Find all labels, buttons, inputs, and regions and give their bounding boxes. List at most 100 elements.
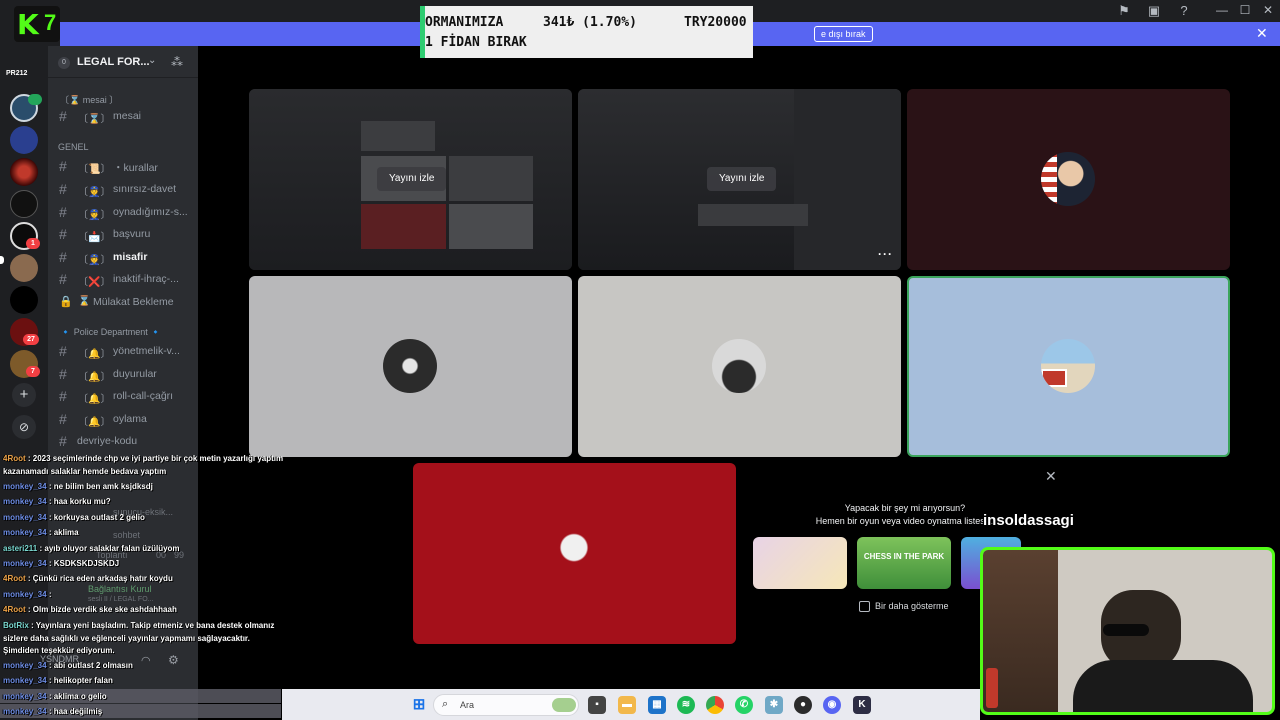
inbox-icon[interactable]: ⚑: [1116, 3, 1132, 19]
screen: ⚑ ▣ ? — ☐ ✕ e dışı bırak ✕ K 7 PR212 1 2…: [0, 0, 1280, 720]
kick-app-icon[interactable]: K: [853, 696, 871, 714]
server-icon-7[interactable]: [10, 286, 38, 314]
add-server-icon[interactable]: +: [12, 383, 36, 407]
donation-ticker: ORMANIMIZA 341₺ (1.70%) TRY20000 1 FİDAN…: [420, 6, 753, 58]
channel-item-yonetmelik[interactable]: # 〔🔔〕 yönetmelik-v...: [56, 341, 192, 361]
chrome-icon[interactable]: [706, 696, 724, 714]
dont-show-again-checkbox[interactable]: Bir daha gösterme: [859, 601, 949, 613]
file-explorer-icon[interactable]: ▬: [618, 696, 636, 714]
channel-item-mesai[interactable]: # 〔⌛〕 mesai: [56, 106, 192, 126]
task-view-icon[interactable]: ▪: [588, 696, 606, 714]
category-mesai[interactable]: 〔⌛ mesai 〕: [60, 93, 118, 106]
ticker-amount: 341₺ (1.70%): [543, 15, 637, 30]
text-channel-icon: #: [59, 181, 67, 197]
more-options-icon[interactable]: ···: [878, 247, 893, 261]
preview-block: [361, 121, 435, 151]
ticker-line2: 1 FİDAN BIRAK: [425, 35, 527, 50]
channel-name: oynadığımız-s...: [113, 206, 188, 218]
channel-item-basvuru[interactable]: # 〔📩〕 başvuru: [56, 224, 192, 244]
participant-tile-5[interactable]: [578, 276, 901, 457]
channel-item-oynadigimiz[interactable]: # 〔👮〕 oynadığımız-s...: [56, 202, 192, 222]
whatsapp-icon[interactable]: ✆: [735, 696, 753, 714]
spotify-icon[interactable]: ≋: [677, 696, 695, 714]
text-channel-icon: #: [59, 158, 67, 174]
inbox-tray-icon[interactable]: ▣: [1146, 3, 1162, 19]
maximize-icon[interactable]: ☐: [1233, 3, 1257, 17]
invite-people-icon[interactable]: ⁂: [171, 55, 183, 69]
participant-tile-4[interactable]: [249, 276, 572, 457]
preview-block: [449, 156, 533, 201]
kick-logo-letter: K: [17, 8, 39, 41]
channel-name: inaktif-ihraç-...: [113, 273, 179, 285]
chat-message: monkey_34 : KSDKSKDJSKDJ: [3, 559, 120, 568]
streamer-webcam: [980, 547, 1275, 715]
channel-item-roll-call[interactable]: # 〔🔔〕 roll-call-çağrı: [56, 386, 192, 406]
server-icon-4[interactable]: [10, 190, 38, 218]
kick-logo-number: 7: [44, 10, 57, 35]
game-title: CHESS IN THE PARK: [863, 552, 945, 561]
preview-block: [794, 89, 901, 270]
server-icon-6[interactable]: [10, 254, 38, 282]
server-name: LEGAL FOR...: [77, 56, 150, 68]
text-channel-icon: #: [59, 249, 67, 265]
category-police[interactable]: 🔹 Police Department 🔹: [60, 327, 161, 338]
chat-message: kazanamadı salaklar hemde bedava yaptım: [3, 467, 167, 476]
dont-show-again-label: Bir daha gösterme: [875, 601, 949, 611]
channel-name: başvuru: [113, 228, 151, 240]
stream-tile-2[interactable]: Yayını izle ···: [578, 89, 901, 270]
preview-block: [698, 204, 808, 226]
minimize-icon[interactable]: —: [1210, 3, 1234, 17]
chat-message: asteri211 : ayıb oluyor salaklar falan ü…: [3, 544, 180, 553]
stream-tile-1[interactable]: Yayını izle: [249, 89, 572, 270]
chat-message: monkey_34 : helikopter falan: [3, 676, 113, 685]
explore-compass-icon[interactable]: ⊘: [12, 415, 36, 439]
channel-item-mulakat[interactable]: 🔒 ⌛ Mülakat Bekleme: [56, 292, 192, 312]
watch-stream-button[interactable]: Yayını izle: [707, 167, 777, 191]
can: [986, 668, 998, 708]
obs-icon[interactable]: ●: [794, 696, 812, 714]
chat-message: monkey_34 : abi outlast 2 olmasın: [3, 661, 133, 670]
server-icon-2[interactable]: [10, 126, 38, 154]
channel-item-kurallar[interactable]: # 〔📜〕 ・kurallar: [56, 156, 192, 176]
channel-item-devriye-kodu[interactable]: # devriye-kodu: [56, 431, 192, 451]
lock-icon: 🔒: [59, 296, 73, 308]
chat-message-bot: BotRix : Yayınlara yeni başladım. Takip …: [3, 621, 275, 655]
close-suggestion-icon[interactable]: ✕: [1045, 468, 1057, 485]
watch-stream-button[interactable]: Yayını izle: [377, 167, 447, 191]
category-genel[interactable]: GENEL: [58, 142, 89, 152]
streamer-body: [1073, 660, 1253, 712]
store-icon[interactable]: ▦: [648, 696, 666, 714]
activity-card-chess[interactable]: CHESS IN THE PARK: [857, 537, 951, 589]
participant-tile-3[interactable]: [907, 89, 1230, 270]
help-icon[interactable]: ?: [1176, 3, 1192, 19]
avatar-sticker: [1041, 369, 1067, 387]
channel-item-duyurular[interactable]: # 〔🔔〕 duyurular: [56, 364, 192, 384]
channel-item-inaktif[interactable]: # 〔❌〕 inaktif-ihraç-...: [56, 269, 192, 289]
banner-action-button[interactable]: e dışı bırak: [814, 26, 873, 42]
server-badge: 27: [23, 334, 39, 345]
channel-item-oylama[interactable]: # 〔🔔〕 oylama: [56, 409, 192, 429]
app-icon[interactable]: ✱: [765, 696, 783, 714]
channel-item-sinirsiz-davet[interactable]: # 〔👮〕 sınırsız-davet: [56, 179, 192, 199]
activity-card-1[interactable]: [753, 537, 847, 589]
chat-message: monkey_34 : haa değilmiş: [3, 707, 103, 716]
search-highlight-icon: [552, 698, 576, 712]
taskbar-search[interactable]: ⌕ Ara: [433, 694, 579, 716]
server-icon-3[interactable]: [10, 158, 38, 186]
server-label: PR212: [6, 70, 28, 77]
channel-item-misafir[interactable]: # 〔👮〕 misafir: [56, 247, 192, 267]
banner-close-icon[interactable]: ✕: [1256, 25, 1268, 42]
chat-message: monkey_34 :: [3, 590, 52, 599]
text-channel-icon: #: [59, 411, 67, 427]
discord-icon[interactable]: ◉: [823, 696, 841, 714]
chat-message: monkey_34 : haa korku mu?: [3, 497, 111, 506]
close-window-icon[interactable]: ✕: [1256, 3, 1280, 17]
taskbar-search-placeholder: Ara: [460, 700, 475, 710]
server-header[interactable]: 0 LEGAL FOR... ⌄ ⁂: [48, 46, 198, 78]
participant-tile-7[interactable]: [413, 463, 736, 644]
chat-message: monkey_34 : aklima: [3, 528, 79, 537]
participant-tile-6-speaking[interactable]: [907, 276, 1230, 457]
flag-stripes: [1041, 152, 1057, 206]
windows-start-icon[interactable]: ⊞: [410, 696, 428, 714]
text-channel-icon: #: [59, 343, 67, 359]
